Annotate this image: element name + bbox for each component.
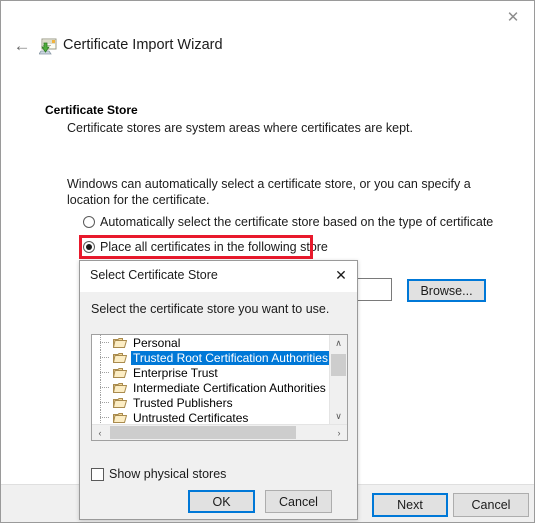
folder-icon (112, 337, 128, 349)
certificate-import-icon (38, 38, 58, 56)
wizard-title: Certificate Import Wizard (63, 37, 223, 53)
tree-item[interactable]: Trusted Root Certification Authorities (92, 350, 330, 365)
vertical-scroll-thumb[interactable] (331, 354, 346, 376)
next-button[interactable]: Next (372, 493, 448, 517)
show-physical-stores-label: Show physical stores (109, 467, 227, 481)
tree-item[interactable]: Trusted Publishers (92, 395, 330, 410)
tree-vertical-scrollbar[interactable]: ∧ ∨ (329, 335, 347, 425)
radio-icon (83, 216, 95, 228)
wizard-cancel-button[interactable]: Cancel (453, 493, 529, 517)
radio-place-in-store[interactable]: Place all certificates in the following … (83, 240, 328, 254)
tree-item[interactable]: Personal (92, 335, 330, 350)
folder-icon (112, 397, 128, 409)
tree-item-label: Personal (133, 335, 181, 350)
folder-icon (112, 412, 128, 424)
scroll-down-icon[interactable]: ∨ (330, 408, 347, 425)
instruction-text: Windows can automatically select a certi… (67, 177, 471, 207)
tree-item-label: Enterprise Trust (133, 365, 218, 380)
tree-connector-icon (100, 365, 113, 380)
folder-icon (112, 382, 128, 394)
page-title: Certificate Store (45, 103, 138, 117)
show-physical-stores-checkbox[interactable]: Show physical stores (91, 467, 226, 481)
tree-item-label: Untrusted Certificates (133, 410, 249, 425)
tree-item-list: Personal Trusted Root Certification Autho… (92, 335, 330, 425)
tree-item[interactable]: Untrusted Certificates (92, 410, 330, 425)
dialog-titlebar: Select Certificate Store ✕ (80, 261, 357, 292)
radio-auto-select-store-label: Automatically select the certificate sto… (100, 215, 494, 229)
tree-item[interactable]: Enterprise Trust (92, 365, 330, 380)
dialog-title: Select Certificate Store (90, 268, 218, 282)
dialog-ok-button[interactable]: OK (188, 490, 255, 513)
horizontal-scroll-thumb[interactable] (110, 426, 296, 439)
browse-button[interactable]: Browse... (407, 279, 486, 302)
folder-icon (112, 352, 128, 364)
back-arrow-icon[interactable]: ← (9, 34, 35, 58)
dialog-prompt: Select the certificate store you want to… (91, 302, 330, 316)
page-subtitle: Certificate stores are system areas wher… (67, 121, 413, 135)
radio-selected-icon (83, 241, 95, 253)
checkbox-icon (91, 467, 104, 481)
tree-item-label: Trusted Root Certification Authorities (131, 350, 330, 365)
scroll-right-icon[interactable]: › (331, 425, 347, 440)
tree-connector-icon (100, 410, 113, 425)
tree-connector-icon (100, 395, 113, 410)
wizard-titlebar: ✕ ← Certificate Import Wizard (1, 1, 534, 67)
radio-auto-select-store[interactable]: Automatically select the certificate sto… (83, 215, 493, 229)
dialog-cancel-button[interactable]: Cancel (265, 490, 332, 513)
select-certificate-store-dialog: Select Certificate Store ✕ Select the ce… (79, 260, 358, 520)
tree-connector-icon (100, 350, 113, 365)
tree-item-label: Trusted Publishers (133, 395, 233, 410)
scroll-left-icon[interactable]: ‹ (92, 425, 108, 440)
close-icon[interactable]: ✕ (498, 5, 528, 29)
tree-item[interactable]: Intermediate Certification Authorities (92, 380, 330, 395)
tree-item-label: Intermediate Certification Authorities (133, 380, 326, 395)
certificate-store-tree[interactable]: Personal Trusted Root Certification Autho… (91, 334, 348, 441)
folder-icon (112, 367, 128, 379)
tree-connector-icon (100, 335, 113, 350)
tree-horizontal-scrollbar[interactable]: ‹ › (92, 424, 347, 440)
radio-place-in-store-label: Place all certificates in the following … (100, 240, 328, 254)
tree-connector-icon (100, 380, 113, 395)
scroll-up-icon[interactable]: ∧ (330, 335, 347, 352)
dialog-close-icon[interactable]: ✕ (328, 264, 354, 286)
certificate-import-wizard-window: ✕ ← Certificate Import Wizard Certificat… (0, 0, 535, 523)
